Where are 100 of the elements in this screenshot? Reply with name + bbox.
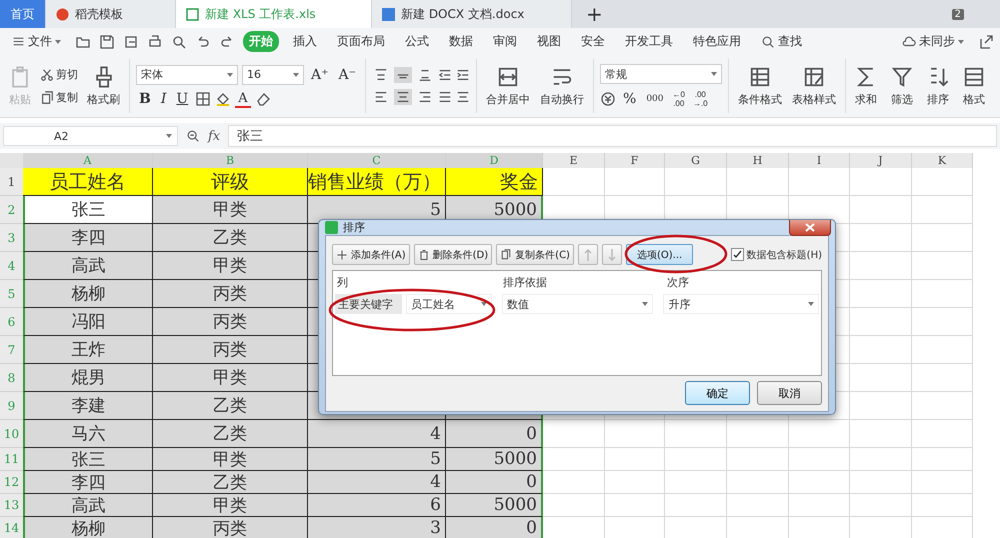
column-heading: 列 (336, 274, 349, 290)
merge-center-button[interactable]: 合并居中 (483, 64, 533, 108)
decrease-font-button[interactable]: A⁻ (336, 66, 359, 82)
order-dropdown[interactable]: 升序 (663, 294, 819, 314)
table-cell: 甲类 (153, 448, 308, 471)
sort-button[interactable]: 排序 (924, 64, 952, 108)
table-cell: 高武 (23, 252, 153, 280)
format-button[interactable]: 格式 (960, 64, 988, 108)
ribbon-tab[interactable]: 插入 (287, 31, 323, 52)
italic-button[interactable]: I (158, 91, 170, 107)
table-style-button[interactable]: 表格样式 (789, 64, 839, 108)
table-cell: 5000 (446, 448, 543, 471)
format-painter-button[interactable]: 格式刷 (84, 64, 123, 108)
ribbon-tab[interactable]: 开发工具 (619, 31, 679, 52)
table-cell: 6 (308, 494, 446, 517)
percent-button[interactable]: % (620, 91, 640, 107)
ribbon-tab[interactable]: 安全 (575, 31, 611, 52)
table-cell: 丙类 (153, 336, 308, 364)
increase-font-button[interactable]: A⁺ (308, 66, 332, 82)
bold-button[interactable]: B (136, 91, 154, 107)
options-button[interactable]: 选项(O)... (626, 244, 694, 265)
column-heading: 次序 (667, 274, 689, 290)
table-cell: 李建 (23, 392, 153, 420)
table-cell: 评级 (153, 168, 308, 196)
font-family-select[interactable]: 宋体 (136, 64, 238, 84)
tab[interactable]: 新建 DOCX 文档.docx (372, 0, 572, 28)
table-cell: 甲类 (153, 494, 308, 517)
table-cell: 王炸 (23, 336, 153, 364)
file-menu[interactable]: 文件 (6, 31, 67, 52)
number-format-select[interactable]: 常规 (600, 64, 722, 84)
underline-button[interactable]: U (173, 91, 192, 107)
wrap-text-button[interactable]: 自动换行 (537, 64, 587, 108)
sync-button[interactable]: 未同步 (896, 31, 970, 52)
decimal-button[interactable]: ←0 .00 (670, 90, 687, 108)
column-header[interactable]: K (912, 153, 973, 168)
column-header[interactable]: J (850, 153, 912, 168)
font-size-select[interactable]: 16 (242, 64, 304, 84)
ribbon-tab[interactable]: 页面布局 (331, 31, 391, 52)
tab[interactable]: 稻壳模板 (46, 0, 176, 28)
table-cell: 甲类 (153, 252, 308, 280)
table-cell: 李四 (23, 224, 153, 252)
column-header[interactable]: F (605, 153, 665, 168)
table-cell: 焜男 (23, 364, 153, 392)
column-header[interactable]: I (789, 153, 850, 168)
column-heading: 排序依据 (503, 274, 548, 290)
add-condition-button[interactable]: 添加条件(A) (332, 244, 410, 265)
table-cell: 甲类 (153, 364, 308, 392)
thousands-button[interactable]: 000 (643, 94, 666, 104)
table-cell: 乙类 (153, 392, 308, 420)
new-tab-button[interactable]: + (572, 0, 617, 28)
checkbox-label: 数据包含标题(H) (746, 248, 822, 262)
row-header[interactable]: 1 (0, 168, 23, 196)
sum-button[interactable]: 求和 (852, 64, 880, 108)
copy-button[interactable]: 复制 (38, 89, 80, 106)
table-cell: 乙类 (153, 420, 308, 448)
ribbon-tab[interactable]: 数据 (443, 31, 479, 52)
table-cell: 5000 (446, 494, 543, 517)
window-count[interactable]: 2 (952, 8, 964, 20)
sort-on-dropdown[interactable]: 数值 (502, 294, 654, 314)
font-color-button[interactable]: A (235, 90, 251, 108)
ok-button[interactable]: 确定 (685, 381, 750, 405)
table-cell: 销售业绩（万） (308, 168, 446, 196)
filter-button[interactable]: 筛选 (888, 64, 916, 108)
tab[interactable]: 首页 (0, 0, 46, 28)
function-label[interactable]: fx (208, 128, 220, 144)
search-button[interactable]: 查找 (755, 31, 808, 52)
decimal-button[interactable]: .00 →.0 (690, 90, 710, 108)
ribbon-tab[interactable]: 视图 (531, 31, 567, 52)
cut-button[interactable]: 剪切 (38, 66, 80, 83)
table-cell: 3 (308, 517, 446, 538)
table-cell: 乙类 (153, 224, 308, 252)
table-cell: 马六 (23, 420, 153, 448)
column-dropdown[interactable]: 员工姓名 (406, 294, 492, 314)
table-cell: 丙类 (153, 308, 308, 336)
table-cell: 员工姓名 (23, 168, 153, 196)
conditional-format-button[interactable]: 条件格式 (735, 64, 785, 108)
formula-field[interactable]: 张三 (228, 125, 997, 147)
table-cell: 0 (446, 517, 543, 538)
table-cell: 李四 (23, 471, 153, 494)
table-cell: 张三 (23, 448, 153, 471)
table-cell: 4 (308, 420, 446, 448)
ribbon-tab[interactable]: 审阅 (487, 31, 523, 52)
table-cell: 0 (446, 471, 543, 494)
table-cell: 杨柳 (23, 517, 153, 538)
name-box[interactable]: A2 (3, 126, 178, 146)
delete-condition-button[interactable]: 删除条件(D) (414, 244, 492, 265)
copy-condition-button[interactable]: 复制条件(C) (496, 244, 574, 265)
table-cell: 乙类 (153, 471, 308, 494)
column-header[interactable]: E (543, 153, 605, 168)
cancel-button[interactable]: 取消 (757, 381, 822, 405)
table-cell: 5 (308, 448, 446, 471)
column-header[interactable]: H (727, 153, 789, 168)
table-cell: 奖金 (446, 168, 543, 196)
table-cell: 4 (308, 471, 446, 494)
table-cell: 丙类 (153, 280, 308, 308)
table-cell: 张三 (23, 196, 153, 224)
column-header[interactable]: G (665, 153, 727, 168)
ribbon-tab[interactable]: 特色应用 (687, 31, 747, 52)
ribbon-tab[interactable]: 公式 (399, 31, 435, 52)
table-cell: 杨柳 (23, 280, 153, 308)
